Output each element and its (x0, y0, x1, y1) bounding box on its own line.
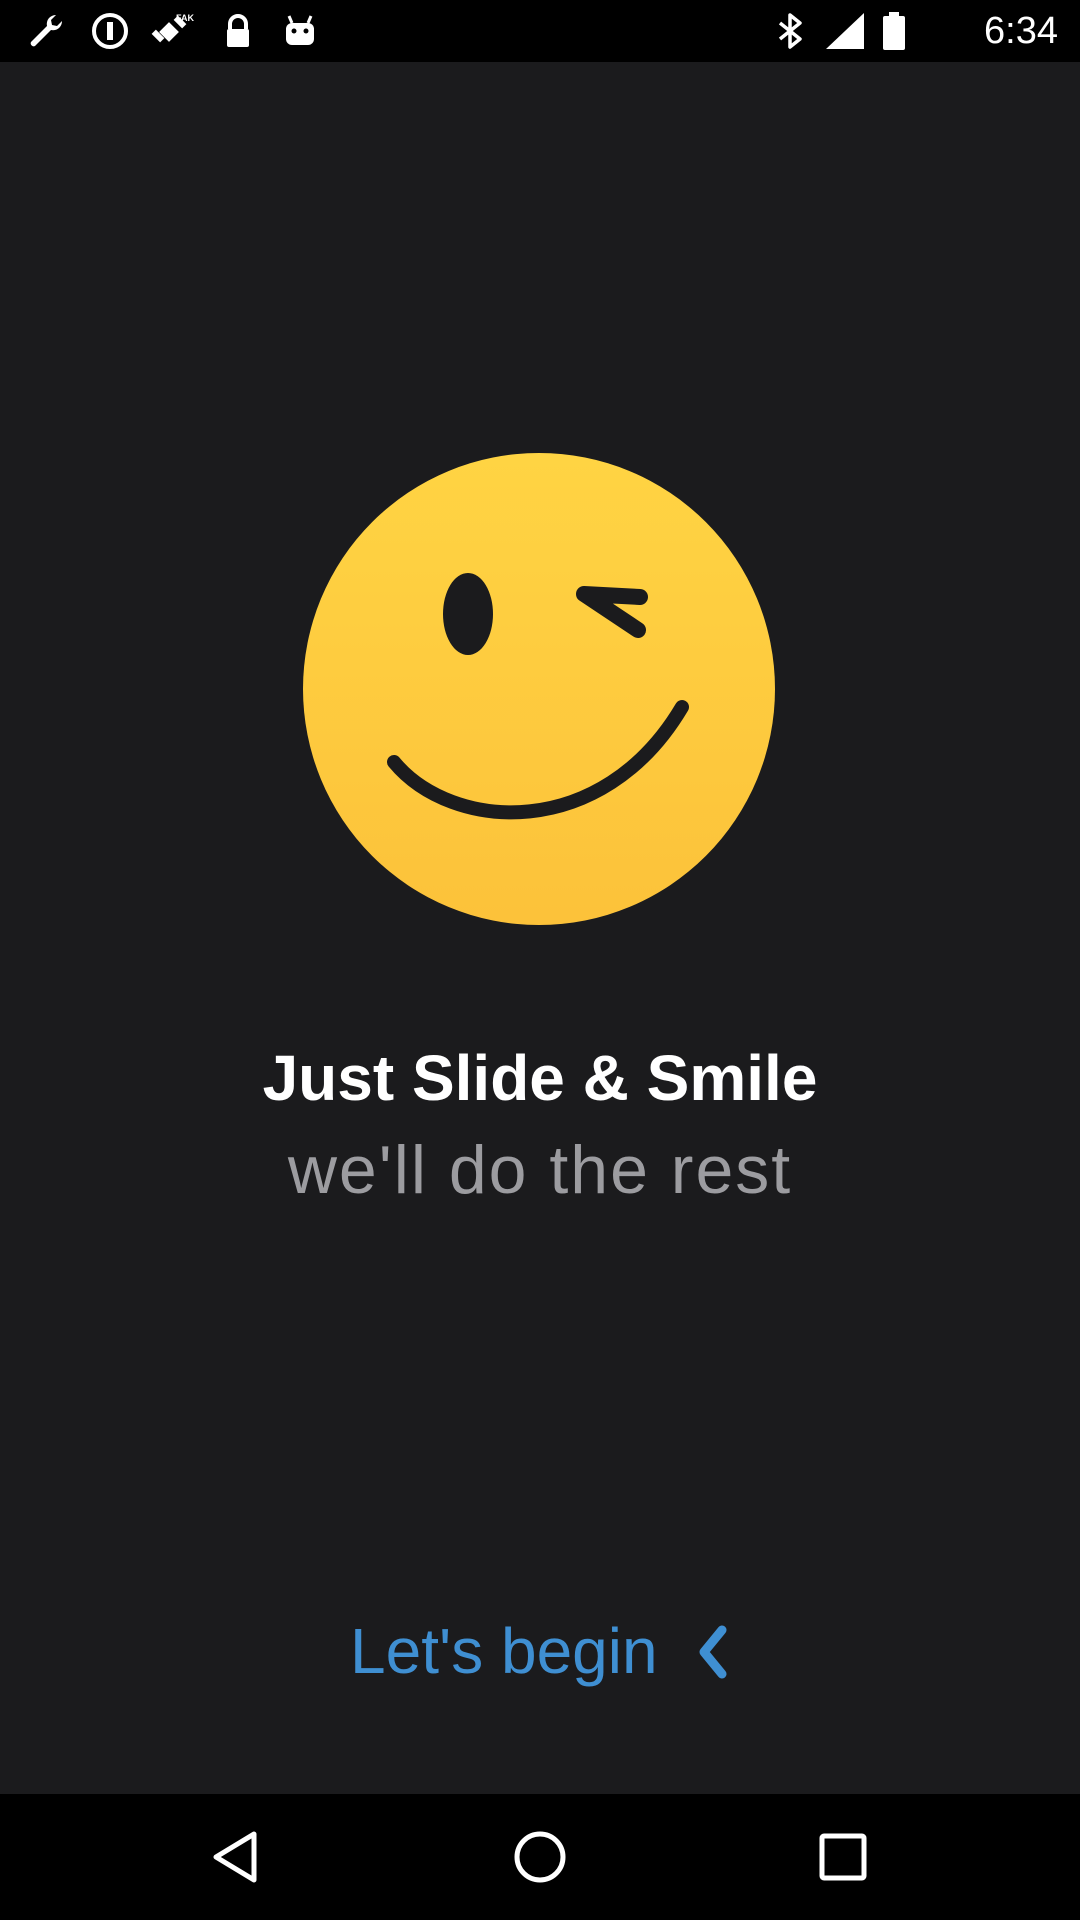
lock-icon (218, 11, 258, 51)
android-icon (280, 11, 320, 51)
status-bar: FAKE 6:34 (0, 0, 1080, 62)
svg-text:FAKE: FAKE (176, 13, 194, 23)
info-circle-icon (90, 11, 130, 51)
status-time: 6:34 (984, 10, 1058, 52)
navigation-bar (0, 1794, 1080, 1920)
lets-begin-label: Let's begin (350, 1615, 658, 1687)
battery-icon (880, 11, 908, 51)
bluetooth-icon (772, 11, 808, 51)
headline-subtitle: we'll do the rest (287, 1132, 793, 1208)
lets-begin-button[interactable]: Let's begin (340, 1606, 760, 1696)
headline-title: Just Slide & Smile (262, 1042, 818, 1114)
chevron-left-icon (692, 1624, 732, 1680)
recents-square-icon[interactable] (808, 1822, 878, 1892)
home-circle-icon[interactable] (505, 1822, 575, 1892)
back-triangle-icon[interactable] (202, 1822, 272, 1892)
winking-smiley-icon (302, 452, 776, 926)
wrench-icon (26, 11, 66, 51)
splash-screen: FAKE 6:34 (0, 0, 1080, 1920)
fake-gps-icon: FAKE (150, 11, 200, 51)
signal-icon (824, 11, 866, 51)
